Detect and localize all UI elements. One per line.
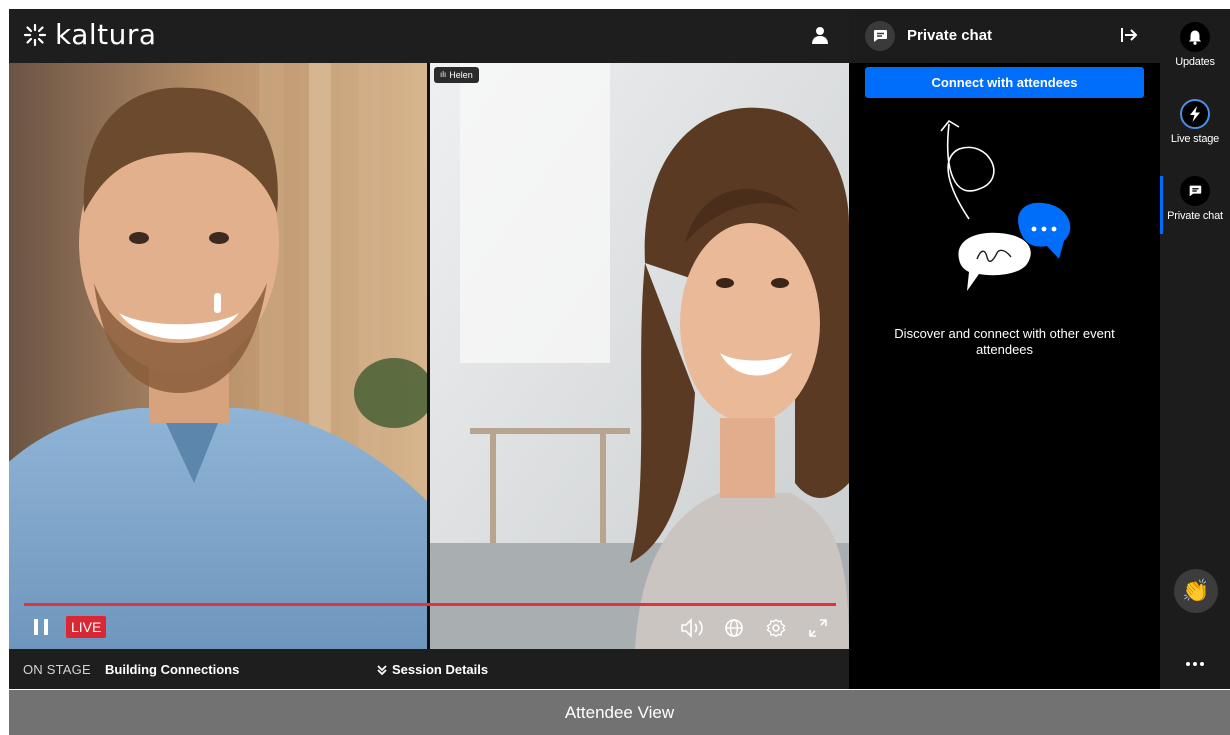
participant-right-image [430,63,849,649]
session-details-button[interactable]: Session Details [377,662,488,677]
event-app: kaltura ılı Helen LIVE ON STAGE Building… [9,9,1230,689]
chat-illustration [940,119,1071,291]
player-controls: LIVE [9,609,849,649]
clapping-hands-icon[interactable]: 👏 [1174,569,1218,613]
live-badge: LIVE [66,616,107,638]
participant-video-left [9,63,427,649]
chat-header: Private chat [849,9,1160,63]
kaltura-logo-icon [23,23,47,47]
connect-with-attendees-button[interactable]: Connect with attendees [865,67,1144,98]
bell-icon [1180,22,1210,52]
rail-label-private-chat: Private chat [1167,210,1223,222]
participant-left-image [9,63,427,649]
live-progress-bar[interactable] [24,603,836,606]
rail-label-live-stage: Live stage [1170,133,1220,145]
top-bar: kaltura [9,9,849,63]
logo-text: kaltura [55,18,157,51]
on-stage-label: ON STAGE [23,662,91,677]
lightning-icon [1180,99,1210,129]
collapse-panel-icon[interactable] [1119,25,1139,45]
rail-item-private-chat[interactable]: Private chat [1160,176,1230,222]
globe-icon[interactable] [723,617,745,639]
rail-label-updates: Updates [1175,56,1215,68]
speaker-name: Helen [449,70,473,80]
settings-icon[interactable] [765,617,787,639]
rail-item-live-stage[interactable]: Live stage [1160,99,1230,145]
rail-item-updates[interactable]: Updates [1160,22,1230,68]
chat-empty-message: Discover and connect with other event at… [894,326,1115,357]
more-icon[interactable] [1182,659,1208,669]
volume-icon[interactable] [679,617,709,639]
fullscreen-icon[interactable] [807,617,829,639]
screenshot-frame: kaltura ılı Helen LIVE ON STAGE Building… [0,0,1230,735]
video-player[interactable]: ılı Helen LIVE [9,63,849,649]
chat-title: Private chat [907,27,993,44]
chat-icon [1180,176,1210,206]
participant-video-right [430,63,849,649]
active-speaker-tag: ılı Helen [434,67,479,83]
kaltura-logo[interactable]: kaltura [23,21,157,49]
private-chat-panel: Private chat Connect with attendees Disc… [849,9,1160,689]
user-icon[interactable] [810,25,830,45]
pause-icon[interactable] [31,617,51,637]
chat-icon [865,21,895,51]
double-chevron-down-icon [377,664,387,675]
on-stage-bar: ON STAGE Building Connections Session De… [9,649,849,689]
view-caption: Attendee View [9,690,1230,735]
session-title: Building Connections [105,662,240,677]
session-details-label: Session Details [392,662,489,677]
audio-level-icon: ılı [440,70,447,79]
right-rail: Updates Live stage Private chat 👏 [1160,9,1230,689]
